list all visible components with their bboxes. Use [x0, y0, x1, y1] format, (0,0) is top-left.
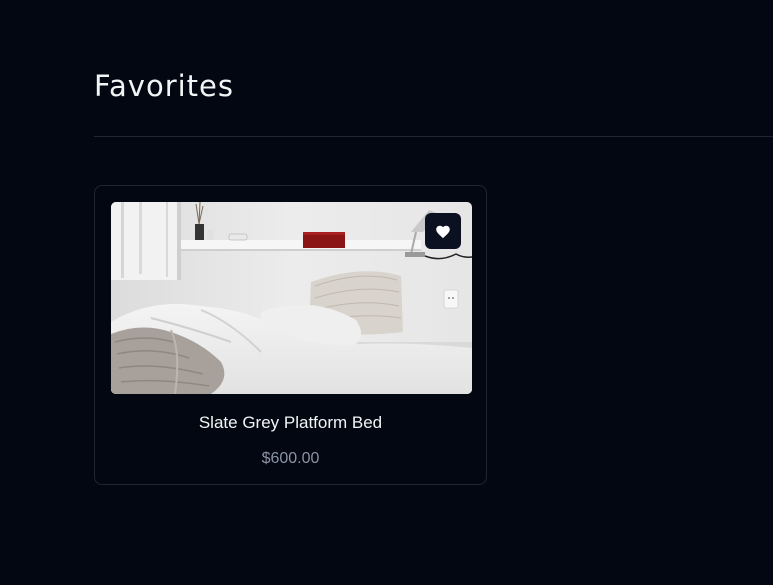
product-name[interactable]: Slate Grey Platform Bed	[95, 412, 486, 434]
favorite-button[interactable]	[425, 213, 461, 249]
divider	[94, 136, 773, 137]
product-image[interactable]	[111, 202, 472, 394]
favorites-page: Favorites Slate Grey Platform Bed $600.0…	[0, 0, 773, 585]
heart-icon	[436, 225, 450, 238]
product-card[interactable]: Slate Grey Platform Bed $600.00	[94, 185, 487, 485]
page-title: Favorites	[94, 69, 234, 103]
product-price: $600.00	[261, 450, 320, 467]
